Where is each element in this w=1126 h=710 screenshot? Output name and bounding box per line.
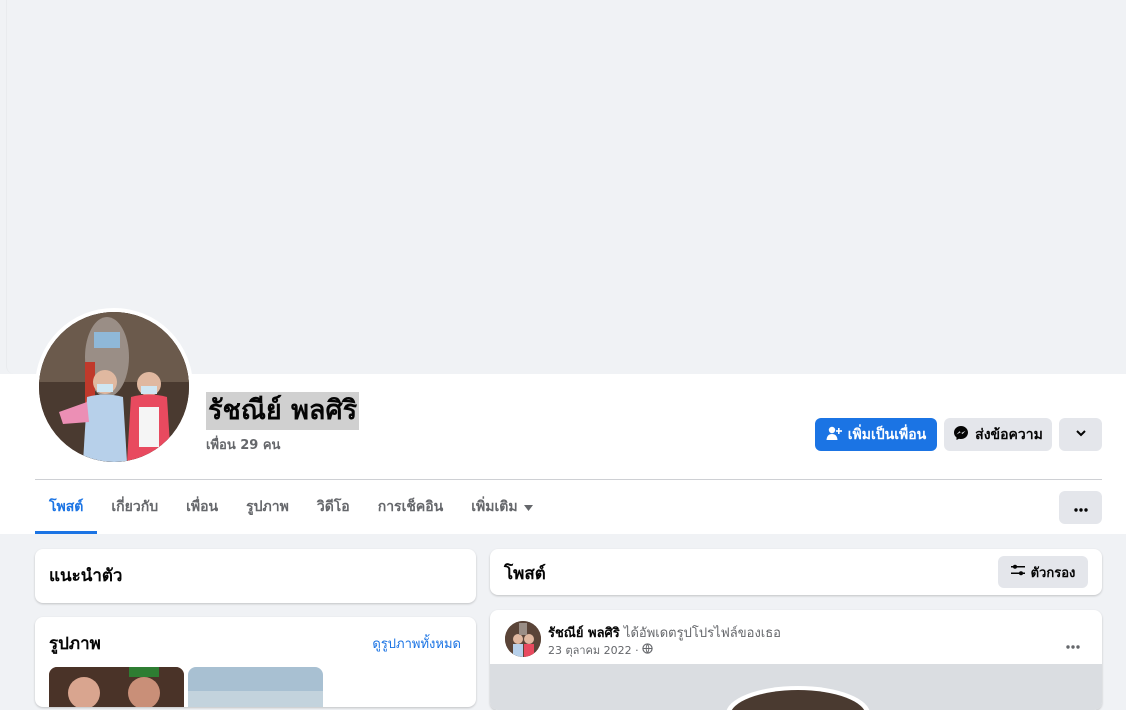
message-button[interactable]: ส่งข้อความ	[944, 418, 1052, 451]
add-friend-icon	[826, 425, 842, 445]
caret-down-icon	[523, 499, 533, 515]
friends-count[interactable]: เพื่อน 29 คน	[206, 434, 280, 455]
profile-options-button[interactable]	[1059, 418, 1102, 451]
chevron-down-icon	[1075, 427, 1087, 443]
tab-more[interactable]: เพิ่มเติม	[457, 480, 546, 534]
photo-thumbnail[interactable]	[49, 667, 184, 707]
post-options-icon[interactable]	[1066, 634, 1080, 653]
posts-title: โพสต์	[504, 564, 546, 584]
photos-card: รูปภาพ ดูรูปภาพทั้งหมด	[35, 617, 476, 707]
profile-tabs: โพสต์ เกี่ยวกับ เพื่อน รูปภาพ วิดีโอ การ…	[35, 480, 547, 534]
post-author-avatar[interactable]	[505, 621, 541, 657]
intro-title: แนะนำตัว	[49, 566, 123, 586]
add-friend-label: เพิ่มเป็นเพื่อน	[847, 426, 927, 443]
filter-button[interactable]: ตัวกรอง	[998, 556, 1088, 588]
message-label: ส่งข้อความ	[975, 426, 1043, 443]
post-author-name[interactable]: รัชณีย์ พลศิริ	[548, 626, 620, 641]
post-header-text: รัชณีย์ พลศิริ ได้อัพเดตรูปโปรไฟล์ของเธอ	[548, 622, 781, 643]
post-media[interactable]	[490, 664, 1102, 710]
tab-posts[interactable]: โพสต์	[35, 480, 98, 534]
post-date[interactable]: 23 ตุลาคม 2022 ·	[548, 641, 639, 659]
post-action-text: ได้อัพเดตรูปโปรไฟล์ของเธอ	[623, 626, 781, 641]
globe-icon	[641, 643, 653, 657]
post-card: รัชณีย์ พลศิริ ได้อัพเดตรูปโปรไฟล์ของเธอ…	[490, 610, 1102, 710]
profile-name: รัชณีย์ พลศิริ	[206, 392, 360, 430]
add-friend-button[interactable]: เพิ่มเป็นเพื่อน	[815, 418, 937, 451]
filter-icon	[1010, 564, 1025, 580]
photos-title: รูปภาพ	[49, 634, 101, 654]
tab-photos[interactable]: รูปภาพ	[232, 480, 303, 534]
see-all-photos-link[interactable]: ดูรูปภาพทั้งหมด	[372, 633, 461, 654]
post-meta: 23 ตุลาคม 2022 ·	[548, 641, 653, 659]
tab-checkins[interactable]: การเช็คอิน	[364, 480, 458, 534]
filter-label: ตัวกรอง	[1030, 565, 1076, 581]
more-options-button[interactable]	[1059, 491, 1102, 524]
profile-avatar[interactable]	[35, 308, 193, 466]
intro-card: แนะนำตัว	[35, 549, 476, 603]
tab-videos[interactable]: วิดีโอ	[303, 480, 364, 534]
cover-photo[interactable]	[6, 0, 1126, 374]
tab-about[interactable]: เกี่ยวกับ	[97, 480, 172, 534]
ellipsis-icon	[1073, 500, 1088, 516]
photo-thumbnail[interactable]	[188, 667, 323, 707]
posts-header-card: โพสต์ ตัวกรอง	[490, 549, 1102, 595]
tab-friends[interactable]: เพื่อน	[172, 480, 232, 534]
messenger-icon	[953, 425, 969, 445]
